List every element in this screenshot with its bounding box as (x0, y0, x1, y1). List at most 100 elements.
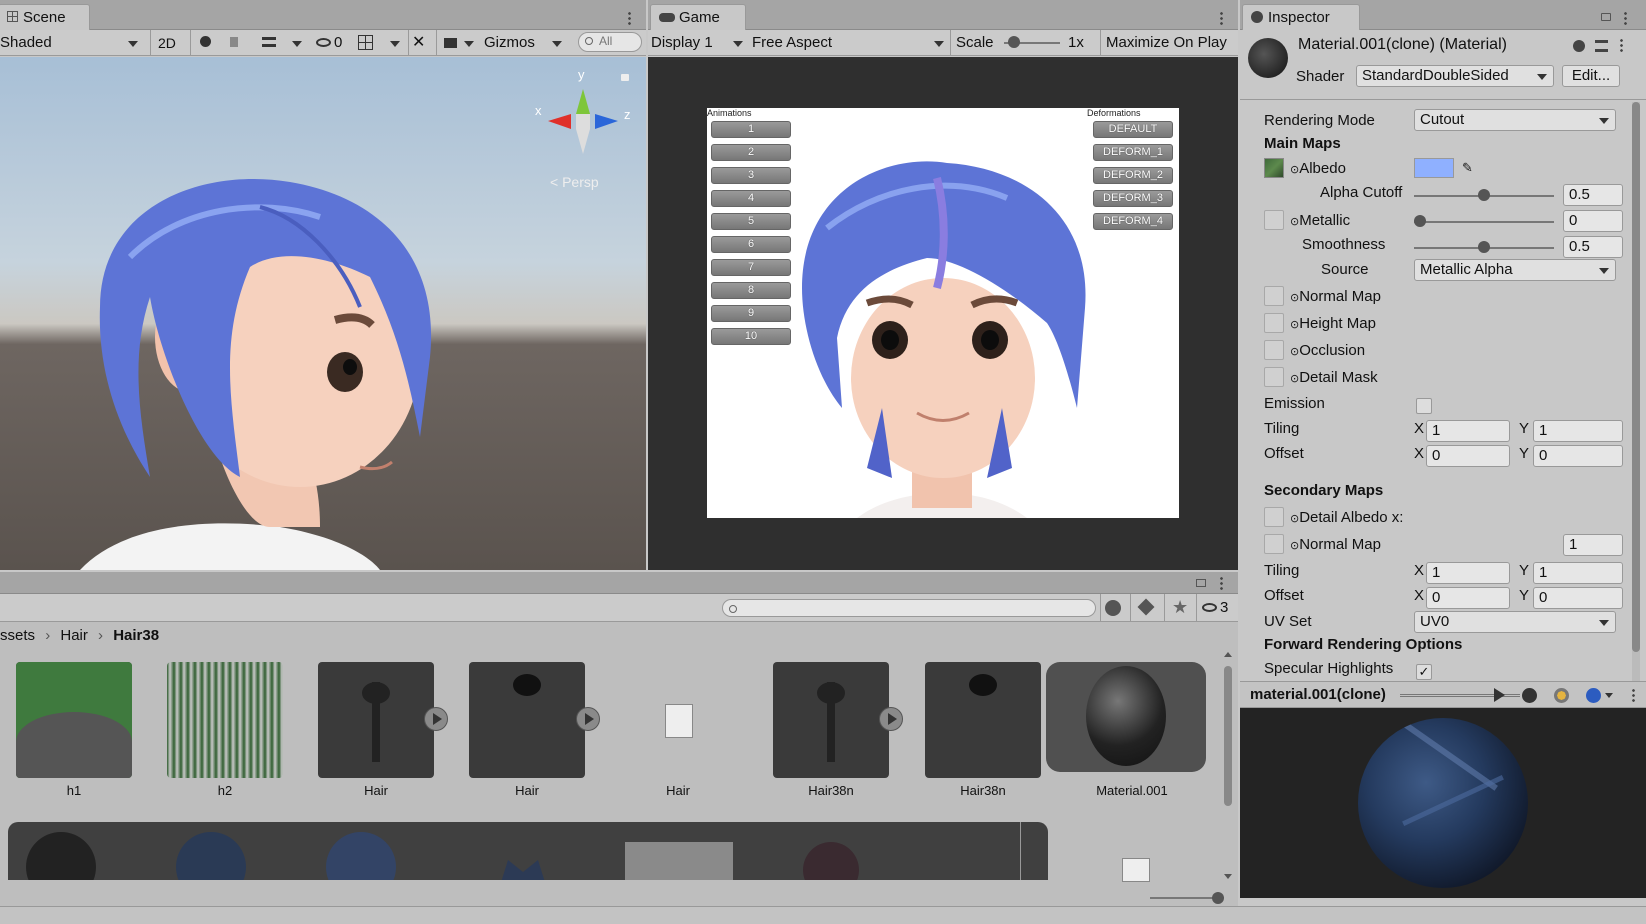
game-viewport[interactable]: Animations Deformations 1 2 3 4 5 6 7 8 9 10 DEFA… (648, 57, 1238, 570)
light-icon[interactable] (1554, 688, 1569, 703)
project-search-input[interactable] (722, 599, 1096, 617)
tiling-y-field[interactable]: 1 (1533, 420, 1623, 442)
asset-thumb-hair-mesh[interactable] (469, 662, 585, 778)
preview-menu-icon[interactable] (1632, 688, 1635, 702)
shading-dropdown[interactable]: Shaded (0, 32, 142, 54)
scale-slider[interactable] (1004, 30, 1060, 56)
metallic-field[interactable]: 0 (1563, 210, 1623, 232)
inspector-scrollbar-thumb[interactable] (1632, 102, 1640, 652)
lock-icon[interactable] (1601, 13, 1611, 21)
effects-icon[interactable] (262, 32, 280, 54)
scale-slider-knob[interactable] (1008, 36, 1020, 48)
chevron-down-icon[interactable] (464, 32, 476, 54)
lighting-icon[interactable] (200, 32, 216, 54)
asset-thumb-hair-rig[interactable] (318, 662, 434, 778)
detail-mask-label[interactable]: ⊙Detail Mask (1290, 369, 1378, 386)
sub-asset-thumb[interactable] (176, 832, 246, 880)
expand-asset-icon[interactable] (576, 707, 600, 731)
project-scrollbar[interactable] (1222, 652, 1234, 882)
audio-icon[interactable] (230, 32, 248, 54)
material-preview[interactable] (1240, 708, 1646, 898)
detail-mask-slot[interactable] (1264, 367, 1284, 387)
presets-icon[interactable] (1595, 40, 1608, 52)
display-dropdown[interactable]: Display 1 (651, 32, 743, 54)
alpha-cutoff-field[interactable]: 0.5 (1563, 184, 1623, 206)
breadcrumb-assets[interactable]: ssets (0, 627, 35, 644)
filter-by-label-icon[interactable] (1137, 598, 1155, 616)
breadcrumb-hair38[interactable]: Hair38 (113, 627, 159, 644)
tiling-x-field[interactable]: 1 (1426, 420, 1510, 442)
specular-highlights-checkbox[interactable]: ✓ (1416, 664, 1432, 680)
expand-asset-icon[interactable] (424, 707, 448, 731)
scene-menu-icon[interactable] (628, 11, 631, 25)
scene-search-input[interactable]: All (578, 32, 642, 52)
chevron-down-icon[interactable] (1605, 693, 1613, 698)
secondary-offset-y-field[interactable]: 0 (1533, 587, 1623, 609)
secondary-offset-x-field[interactable]: 0 (1426, 587, 1510, 609)
scroll-down-icon[interactable] (1224, 874, 1232, 879)
tools-icon[interactable]: ✕ (412, 32, 430, 54)
chevron-down-icon[interactable] (390, 32, 402, 54)
asset-thumb-material-selected[interactable] (1046, 662, 1206, 772)
gizmo-lock-icon[interactable] (621, 74, 629, 81)
axis-gizmo[interactable] (538, 69, 628, 179)
inspector-menu-icon[interactable] (1624, 11, 1627, 25)
sphere-preview-icon[interactable] (1522, 688, 1537, 703)
smoothness-slider[interactable] (1414, 236, 1554, 260)
chevron-down-icon[interactable] (552, 32, 564, 54)
breadcrumb-hair[interactable]: Hair (60, 627, 88, 644)
metallic-texture-slot[interactable] (1264, 210, 1284, 230)
sub-asset-thumb[interactable] (498, 860, 548, 880)
inspector-scrollbar[interactable] (1632, 102, 1640, 706)
alpha-cutoff-slider[interactable] (1414, 184, 1554, 208)
source-dropdown[interactable]: Metallic Alpha (1414, 259, 1616, 281)
sub-asset-thumb[interactable] (326, 832, 396, 880)
albedo-label[interactable]: ⊙Albedo (1290, 160, 1346, 177)
shader-dropdown[interactable]: StandardDoubleSided (1356, 65, 1554, 87)
project-lock-icon[interactable] (1196, 579, 1206, 587)
metallic-slider[interactable] (1414, 210, 1554, 234)
project-scrollbar-thumb[interactable] (1224, 666, 1232, 806)
offset-x-field[interactable]: 0 (1426, 445, 1510, 467)
expand-asset-icon[interactable] (879, 707, 903, 731)
detail-albedo-label[interactable]: ⊙Detail Albedo x: (1290, 509, 1403, 526)
tab-inspector[interactable]: Inspector (1242, 4, 1360, 30)
sub-asset-thumb[interactable] (26, 832, 96, 880)
offset-y-field[interactable]: 0 (1533, 445, 1623, 467)
scene-viewport[interactable]: y x z < Persp (0, 57, 646, 570)
aspect-dropdown[interactable]: Free Aspect (752, 32, 944, 54)
grid-toggle-icon[interactable] (358, 32, 376, 54)
uv-set-dropdown[interactable]: UV0 (1414, 611, 1616, 633)
metallic-knob[interactable] (1414, 215, 1426, 227)
secondary-normal-scale-field[interactable]: 1 (1563, 534, 1623, 556)
secondary-normal-slot[interactable] (1264, 534, 1284, 554)
filter-by-type-icon[interactable] (1105, 600, 1121, 616)
albedo-color-swatch[interactable] (1414, 158, 1454, 178)
secondary-tiling-x-field[interactable]: 1 (1426, 562, 1510, 584)
asset-thumb-hair38n-mesh[interactable] (925, 662, 1041, 778)
height-map-label[interactable]: ⊙Height Map (1290, 315, 1376, 332)
metallic-label[interactable]: ⊙Metallic (1290, 212, 1350, 229)
play-icon[interactable] (1494, 688, 1505, 702)
secondary-normal-label[interactable]: ⊙Normal Map (1290, 536, 1381, 553)
albedo-texture-slot[interactable] (1264, 158, 1284, 178)
rendering-mode-dropdown[interactable]: Cutout (1414, 109, 1616, 131)
document-icon[interactable] (1122, 858, 1150, 882)
maximize-on-play-toggle[interactable]: Maximize On Play (1106, 32, 1227, 54)
chevron-down-icon[interactable] (292, 32, 304, 54)
emission-checkbox[interactable] (1416, 398, 1432, 414)
smoothness-field[interactable]: 0.5 (1563, 236, 1623, 258)
gizmos-dropdown[interactable]: Gizmos (484, 32, 542, 54)
game-menu-icon[interactable] (1220, 11, 1223, 25)
occlusion-slot[interactable] (1264, 340, 1284, 360)
asset-thumb-h1[interactable] (16, 662, 132, 778)
asset-thumb-hair-file[interactable] (620, 662, 736, 778)
edit-shader-button[interactable]: Edit... (1562, 65, 1620, 87)
secondary-tiling-y-field[interactable]: 1 (1533, 562, 1623, 584)
zoom-slider-knob[interactable] (1212, 892, 1224, 904)
eyedropper-icon[interactable]: ✎ (1462, 160, 1476, 175)
persp-label[interactable]: < Persp (550, 174, 599, 190)
asset-thumb-hair38n-rig[interactable] (773, 662, 889, 778)
occlusion-label[interactable]: ⊙Occlusion (1290, 342, 1365, 359)
zoom-slider[interactable] (1150, 892, 1224, 904)
